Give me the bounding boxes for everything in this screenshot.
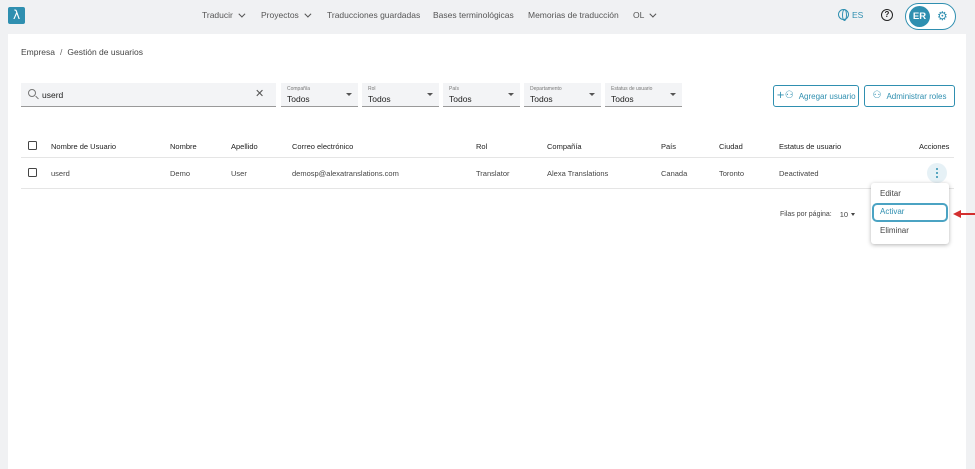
col-username[interactable]: Nombre de Usuario	[51, 142, 116, 151]
breadcrumb: Empresa / Gestión de usuarios	[21, 47, 143, 57]
language-selector[interactable]: ES	[838, 9, 864, 21]
caret-down-icon	[851, 213, 856, 216]
add-user-icon: +⚇	[776, 90, 794, 101]
help-icon[interactable]: ?	[881, 9, 893, 21]
top-bar: λ Traducir Proyectos Traducciones guarda…	[0, 0, 975, 33]
close-icon[interactable]: ✕	[255, 88, 264, 100]
filter-departamento[interactable]: Departamento Todos	[524, 83, 601, 107]
user-menu[interactable]: ER ⚙	[905, 3, 956, 30]
col-acciones: Acciones	[919, 142, 950, 151]
table-row: userd Demo User demosp@alexatranslations…	[21, 158, 954, 189]
cell-compania: Alexa Translations	[547, 169, 609, 178]
col-apellido[interactable]: Apellido	[231, 142, 258, 151]
chevron-down-icon	[238, 10, 246, 18]
main-panel: Empresa/Gestión de usuarios ✕ Compañía T…	[8, 34, 966, 469]
nav-ol[interactable]: OL	[633, 10, 657, 20]
breadcrumb-current: Gestión de usuarios	[67, 47, 143, 57]
search-box: ✕	[21, 83, 276, 107]
col-estatus[interactable]: Estatus de usuario	[779, 142, 841, 151]
cell-apellido: User	[231, 169, 247, 178]
col-pais[interactable]: País	[661, 142, 676, 151]
pagination: Filas por página: 10	[780, 210, 856, 219]
row-checkbox[interactable]	[28, 168, 37, 177]
cell-correo: demosp@alexatranslations.com	[292, 169, 399, 178]
chevron-down-icon	[649, 10, 657, 18]
users-table: Nombre de Usuario Nombre Apellido Correo…	[21, 134, 954, 189]
gear-icon[interactable]: ⚙	[937, 10, 948, 23]
caret-down-icon	[427, 93, 433, 96]
filter-pais[interactable]: País Todos	[443, 83, 520, 107]
col-nombre[interactable]: Nombre	[170, 142, 197, 151]
globe-icon	[838, 9, 849, 21]
app-logo[interactable]: λ	[8, 7, 25, 24]
chevron-down-icon	[304, 10, 312, 18]
cell-rol: Translator	[476, 169, 510, 178]
add-user-button[interactable]: +⚇ Agregar usuario	[773, 85, 859, 107]
nav-traducir[interactable]: Traducir	[202, 10, 246, 20]
caret-down-icon	[346, 93, 352, 96]
caret-down-icon	[508, 93, 514, 96]
filter-rol[interactable]: Rol Todos	[362, 83, 439, 107]
language-code: ES	[852, 9, 864, 20]
nav-traducciones-guardadas[interactable]: Traducciones guardadas	[327, 10, 420, 20]
menu-item-activar[interactable]: Activar	[872, 203, 948, 222]
breadcrumb-empresa[interactable]: Empresa	[21, 47, 55, 57]
cell-username: userd	[51, 169, 70, 178]
rows-per-page-select[interactable]: 10	[840, 210, 856, 219]
manage-roles-button[interactable]: ⚇ Administrar roles	[864, 85, 955, 107]
caret-down-icon	[670, 93, 676, 96]
rows-per-page-label: Filas por página:	[780, 211, 832, 218]
col-compania[interactable]: Compañía	[547, 142, 582, 151]
cell-pais: Canada	[661, 169, 688, 178]
caret-down-icon	[589, 93, 595, 96]
nav-memorias-de-traduccion[interactable]: Memorias de traducción	[528, 10, 619, 20]
annotation-arrow-icon	[953, 210, 975, 218]
users-icon: ⚇	[872, 90, 882, 101]
search-icon	[28, 89, 36, 97]
cell-nombre: Demo	[170, 169, 191, 178]
select-all-checkbox[interactable]	[28, 141, 37, 150]
menu-item-eliminar[interactable]: Eliminar	[880, 226, 909, 235]
nav-bases-terminologicas[interactable]: Bases terminológicas	[433, 10, 514, 20]
avatar[interactable]: ER	[909, 6, 930, 27]
filter-estatus[interactable]: Estatus de usuario Todos	[605, 83, 682, 107]
col-correo[interactable]: Correo electrónico	[292, 142, 353, 151]
row-actions-menu: Editar Activar Eliminar	[871, 183, 949, 244]
filter-compania[interactable]: Compañía Todos	[281, 83, 358, 107]
col-rol[interactable]: Rol	[476, 142, 487, 151]
col-ciudad[interactable]: Ciudad	[719, 142, 743, 151]
cell-estatus: Deactivated	[779, 169, 819, 178]
cell-ciudad: Toronto	[719, 169, 745, 178]
menu-item-editar[interactable]: Editar	[880, 189, 901, 198]
more-actions-icon[interactable]	[927, 163, 947, 183]
search-input[interactable]	[42, 88, 242, 102]
table-header: Nombre de Usuario Nombre Apellido Correo…	[21, 134, 954, 158]
nav-proyectos[interactable]: Proyectos	[261, 10, 312, 20]
